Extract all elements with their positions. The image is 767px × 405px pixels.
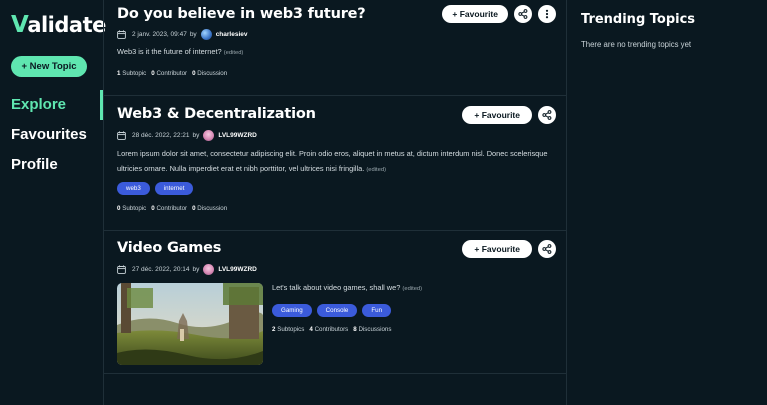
topic-stats: 0 Subtopic 0 Contributor 0 Discussion	[117, 205, 227, 212]
tag-web3[interactable]: web3	[117, 182, 150, 195]
share-button[interactable]	[538, 106, 556, 124]
avatar[interactable]	[203, 130, 215, 141]
subtopic-count: 1	[117, 70, 121, 77]
topic-title[interactable]: Video Games	[117, 240, 221, 256]
subtopic-count: 2	[272, 326, 276, 333]
subtopic-label: Subtopics	[277, 326, 305, 333]
topic-thumbnail[interactable]	[117, 283, 263, 365]
topic-card[interactable]: Do you believe in web3 future? + Favouri…	[104, 0, 566, 96]
edited-label: (edited)	[366, 166, 386, 173]
topic-card[interactable]: Video Games + Favourite 27 déc. 2022, 20…	[104, 231, 566, 374]
author-name[interactable]: LVL99WZRD	[218, 266, 257, 273]
topic-title[interactable]: Web3 & Decentralization	[117, 106, 316, 122]
contributor-count: 0	[151, 70, 155, 77]
nav-item-explore[interactable]: Explore	[0, 90, 103, 120]
calendar-icon	[117, 30, 126, 39]
by-label: by	[192, 132, 200, 139]
topic-date: 28 déc. 2022, 22:21	[132, 132, 190, 139]
nav-item-favourites[interactable]: Favourites	[0, 120, 103, 150]
discussion-count: 0	[192, 205, 196, 212]
tag-list: Gaming Console Fun	[272, 304, 392, 317]
edited-label: (edited)	[402, 286, 423, 292]
discussion-label: Discussion	[197, 70, 228, 77]
calendar-icon	[117, 131, 126, 140]
app-logo[interactable]: Validate	[11, 12, 106, 38]
tag-internet[interactable]: internet	[154, 182, 194, 195]
trending-empty-message: There are no trending topics yet	[581, 40, 692, 49]
topic-body-text: Let's talk about video games, shall we?	[272, 283, 401, 292]
topic-body-text: Lorem ipsum dolor sit amet, consectetur …	[117, 149, 548, 173]
nav-item-profile[interactable]: Profile	[0, 150, 103, 180]
contributor-count: 4	[309, 326, 313, 333]
discussion-label: Discussions	[358, 326, 392, 333]
discussion-count: 8	[353, 326, 357, 333]
contributor-label: Contributor	[156, 205, 188, 212]
favourite-button[interactable]: + Favourite	[442, 5, 508, 23]
share-icon	[542, 110, 552, 120]
share-icon	[542, 244, 552, 254]
discussion-count: 0	[192, 70, 196, 77]
trending-panel: Trending Topics There are no trending to…	[567, 0, 767, 405]
share-button[interactable]	[514, 5, 532, 23]
topic-body: Let's talk about video games, shall we? …	[272, 281, 422, 297]
topic-body: Web3 is it the future of internet? (edit…	[117, 45, 243, 61]
by-label: by	[189, 31, 197, 38]
topic-date: 27 déc. 2022, 20:14	[132, 266, 190, 273]
logo-v: V	[11, 12, 29, 38]
subtopic-label: Subtopic	[122, 70, 147, 77]
trending-title: Trending Topics	[581, 12, 696, 27]
contributor-count: 0	[151, 205, 155, 212]
logo-text: alidate	[27, 13, 106, 37]
discussion-label: Discussion	[197, 205, 228, 212]
avatar[interactable]	[203, 264, 215, 275]
calendar-icon	[117, 265, 126, 274]
by-label: by	[192, 266, 200, 273]
topic-date: 2 janv. 2023, 09:47	[132, 31, 187, 38]
tag-gaming[interactable]: Gaming	[272, 304, 312, 317]
avatar[interactable]	[200, 29, 212, 40]
tag-console[interactable]: Console	[316, 304, 358, 317]
contributor-label: Contributor	[156, 70, 188, 77]
share-button[interactable]	[538, 240, 556, 258]
topic-stats: 2 Subtopics 4 Contributors 8 Discussions	[272, 326, 391, 333]
topic-title[interactable]: Do you believe in web3 future?	[117, 6, 366, 22]
share-icon	[518, 9, 528, 19]
topic-feed: Do you believe in web3 future? + Favouri…	[103, 0, 567, 405]
sidebar: Validate + New Topic Explore Favourites …	[0, 0, 106, 405]
subtopic-label: Subtopic	[122, 205, 147, 212]
more-vertical-icon	[545, 9, 549, 19]
tag-list: web3 internet	[117, 182, 194, 195]
favourite-button[interactable]: + Favourite	[462, 240, 532, 258]
new-topic-button[interactable]: + New Topic	[11, 56, 87, 77]
author-name[interactable]: charlesiev	[216, 31, 248, 38]
edited-label: (edited)	[223, 50, 244, 56]
main-nav: Explore Favourites Profile	[0, 90, 103, 180]
tag-fun[interactable]: Fun	[362, 304, 392, 317]
favourite-button[interactable]: + Favourite	[462, 106, 532, 124]
topic-body: Lorem ipsum dolor sit amet, consectetur …	[117, 147, 557, 177]
topic-card[interactable]: Web3 & Decentralization + Favourite 28 d…	[104, 96, 566, 231]
topic-stats: 1 Subtopic 0 Contributor 0 Discussion	[117, 70, 227, 77]
author-name[interactable]: LVL99WZRD	[218, 132, 257, 139]
topic-body-text: Web3 is it the future of internet?	[117, 47, 222, 56]
thumbnail-image	[117, 283, 263, 365]
more-options-button[interactable]	[538, 5, 556, 23]
subtopic-count: 0	[117, 205, 121, 212]
contributor-label: Contributors	[314, 326, 349, 333]
